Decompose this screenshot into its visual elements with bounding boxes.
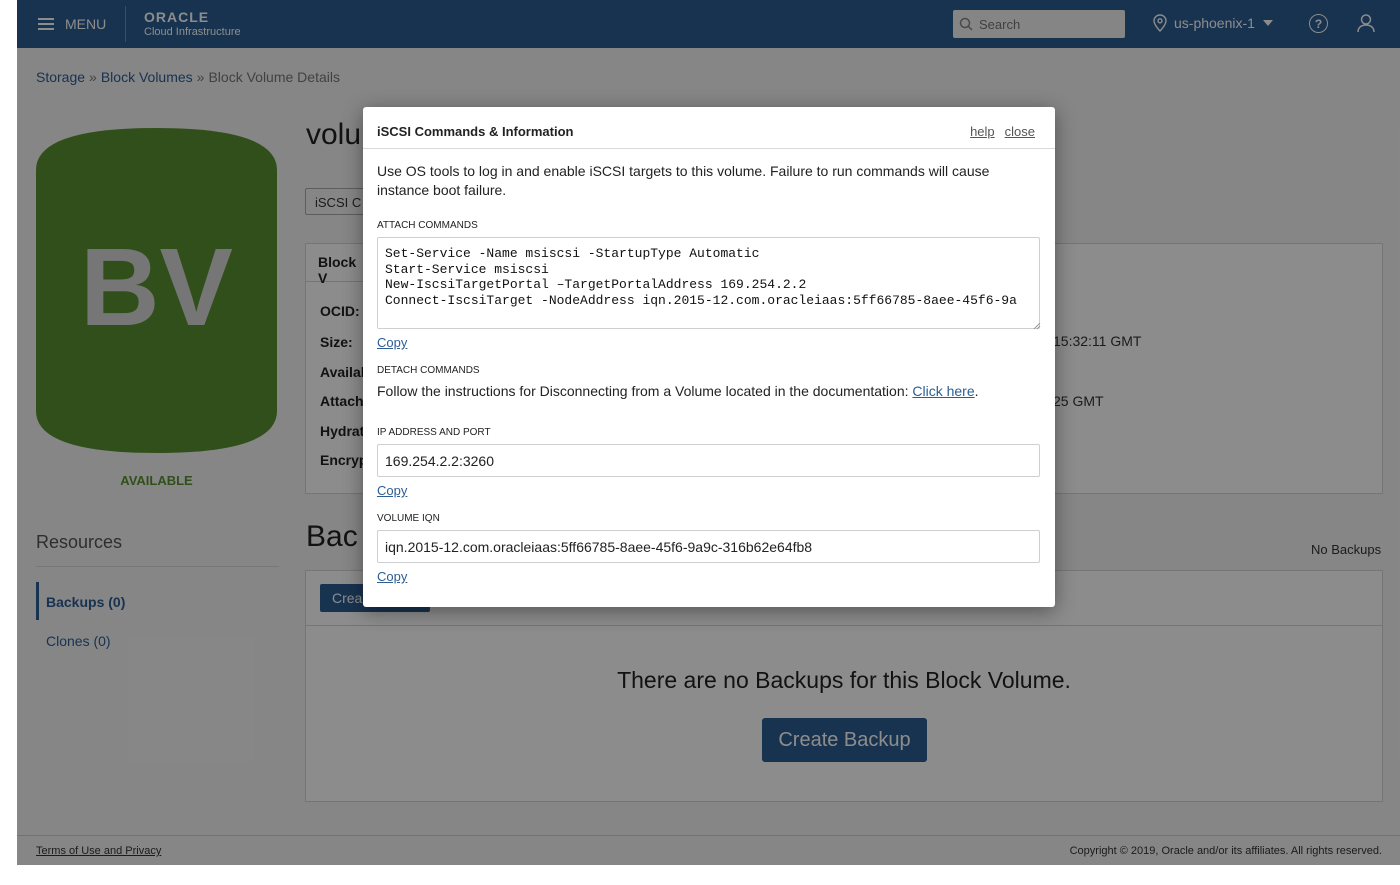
dialog-header-links: help close — [960, 124, 1035, 139]
detach-commands-label: DETACH COMMANDS — [377, 365, 480, 376]
copy-volume-iqn-link[interactable]: Copy — [377, 569, 407, 584]
iscsi-commands-dialog: iSCSI Commands & Information help close U… — [363, 107, 1055, 607]
dialog-header: iSCSI Commands & Information help close — [363, 107, 1055, 149]
detach-instructions-suffix: . — [974, 383, 979, 399]
resize-grip-icon[interactable] — [1033, 322, 1041, 330]
help-link[interactable]: help — [970, 124, 995, 139]
copy-ip-address-link[interactable]: Copy — [377, 483, 407, 498]
attach-commands-textarea[interactable]: Set-Service -Name msiscsi -StartupType A… — [377, 237, 1040, 329]
attach-commands-label: ATTACH COMMANDS — [377, 220, 478, 231]
app-window: MENU ORACLE Cloud Infrastructure us-phoe… — [17, 0, 1400, 865]
volume-iqn-field[interactable] — [377, 530, 1040, 563]
volume-iqn-label: VOLUME IQN — [377, 513, 440, 524]
dialog-description: Use OS tools to log in and enable iSCSI … — [377, 163, 990, 198]
ip-address-field[interactable] — [377, 444, 1040, 477]
detach-instructions-text: Follow the instructions for Disconnectin… — [377, 383, 913, 399]
ip-address-label: IP ADDRESS AND PORT — [377, 427, 491, 438]
copy-attach-commands-link[interactable]: Copy — [377, 335, 407, 350]
close-link[interactable]: close — [1005, 124, 1035, 139]
detach-instructions: Follow the instructions for Disconnectin… — [377, 383, 979, 399]
click-here-link[interactable]: Click here — [912, 383, 974, 399]
dialog-title: iSCSI Commands & Information — [377, 124, 574, 139]
